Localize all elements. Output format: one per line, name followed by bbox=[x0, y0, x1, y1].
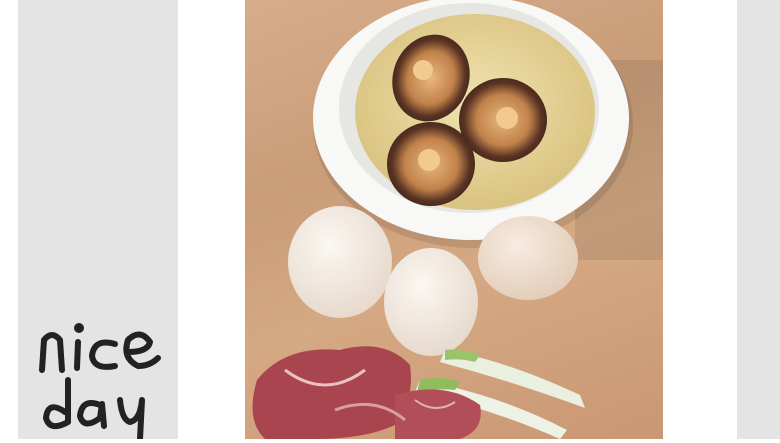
photo-illustration bbox=[245, 0, 663, 439]
egg bbox=[384, 248, 478, 356]
egg bbox=[478, 216, 578, 300]
ingredients-photo bbox=[245, 0, 663, 439]
mushroom bbox=[387, 122, 475, 206]
egg bbox=[288, 206, 392, 318]
nice-day-handwriting: nice day bbox=[30, 300, 180, 443]
image-frame: nice day bbox=[0, 0, 780, 442]
handwritten-caption bbox=[39, 323, 161, 442]
right-gray-panel bbox=[737, 0, 780, 439]
